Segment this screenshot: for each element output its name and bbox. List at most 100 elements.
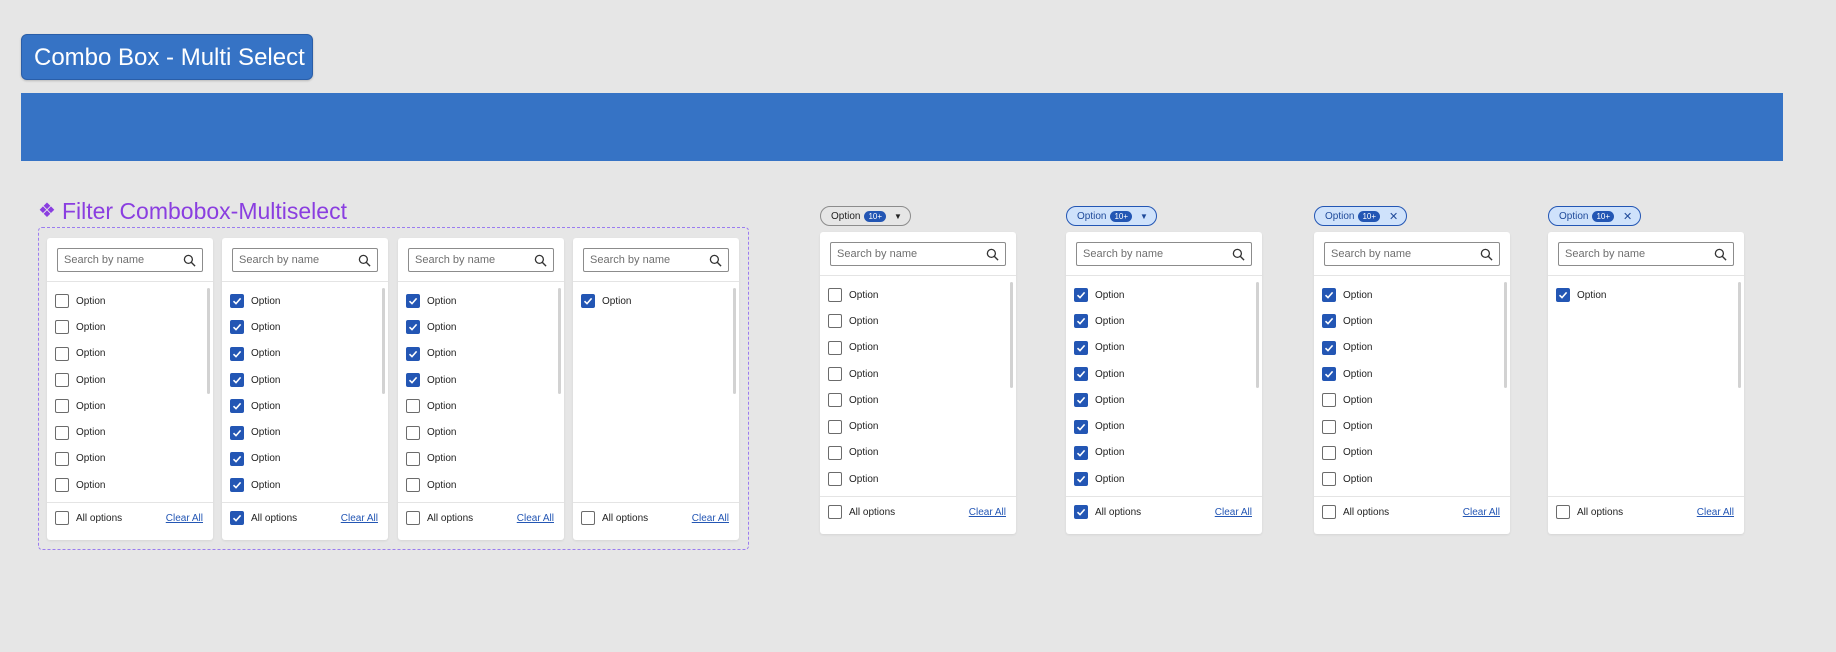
option-checkbox[interactable] bbox=[828, 314, 842, 329]
search-input[interactable]: Search by name bbox=[57, 248, 203, 272]
option-checkbox[interactable] bbox=[1074, 314, 1088, 329]
option-item[interactable]: Option bbox=[222, 419, 388, 445]
all-options-checkbox[interactable] bbox=[828, 505, 842, 519]
scrollbar[interactable] bbox=[1010, 282, 1013, 388]
option-checkbox[interactable] bbox=[55, 294, 69, 309]
option-checkbox[interactable] bbox=[406, 478, 420, 493]
option-item[interactable]: Option bbox=[820, 308, 1016, 334]
option-item[interactable]: Option bbox=[1314, 440, 1510, 466]
option-item[interactable]: Option bbox=[398, 341, 564, 367]
option-item[interactable]: Option bbox=[47, 367, 213, 393]
scrollbar[interactable] bbox=[1504, 282, 1507, 388]
search-input[interactable]: Search by name bbox=[408, 248, 554, 272]
search-icon[interactable] bbox=[709, 254, 722, 267]
option-item[interactable]: Option bbox=[47, 314, 213, 340]
search-input[interactable]: Search by name bbox=[1076, 242, 1252, 266]
option-item[interactable]: Option bbox=[47, 419, 213, 445]
option-checkbox[interactable] bbox=[1074, 367, 1088, 382]
option-checkbox[interactable] bbox=[406, 451, 420, 466]
option-item[interactable]: Option bbox=[398, 446, 564, 472]
option-checkbox[interactable] bbox=[581, 294, 595, 309]
option-checkbox[interactable] bbox=[230, 373, 244, 388]
option-checkbox[interactable] bbox=[230, 478, 244, 493]
option-item[interactable]: Option bbox=[398, 314, 564, 340]
clear-all-link[interactable]: Clear All bbox=[341, 513, 378, 524]
scrollbar[interactable] bbox=[382, 288, 385, 394]
scrollbar[interactable] bbox=[733, 288, 736, 394]
option-item[interactable]: Option bbox=[1066, 413, 1262, 439]
option-item[interactable]: Option bbox=[222, 341, 388, 367]
option-checkbox[interactable] bbox=[828, 472, 842, 487]
scrollbar[interactable] bbox=[1256, 282, 1259, 388]
option-checkbox[interactable] bbox=[1074, 445, 1088, 460]
all-options-checkbox[interactable] bbox=[230, 511, 244, 525]
option-item[interactable]: Option bbox=[1066, 387, 1262, 413]
option-checkbox[interactable] bbox=[406, 425, 420, 440]
filter-chip[interactable]: Option 10+ ✕ bbox=[1314, 206, 1408, 226]
option-checkbox[interactable] bbox=[828, 367, 842, 382]
search-icon[interactable] bbox=[358, 254, 371, 267]
option-item[interactable]: Option bbox=[222, 288, 388, 314]
search-icon[interactable] bbox=[1232, 248, 1245, 261]
scrollbar[interactable] bbox=[207, 288, 210, 394]
option-item[interactable]: Option bbox=[47, 341, 213, 367]
option-checkbox[interactable] bbox=[1074, 472, 1088, 487]
scrollbar[interactable] bbox=[1738, 282, 1741, 388]
option-checkbox[interactable] bbox=[406, 346, 420, 361]
option-item[interactable]: Option bbox=[398, 288, 564, 314]
clear-all-link[interactable]: Clear All bbox=[1697, 507, 1734, 518]
option-item[interactable]: Option bbox=[47, 288, 213, 314]
option-checkbox[interactable] bbox=[1322, 419, 1336, 434]
option-checkbox[interactable] bbox=[828, 288, 842, 303]
search-icon[interactable] bbox=[183, 254, 196, 267]
filter-chip[interactable]: Option 10+ ▼ bbox=[820, 206, 911, 226]
option-item[interactable]: Option bbox=[1066, 466, 1262, 492]
option-item[interactable]: Option bbox=[222, 393, 388, 419]
option-checkbox[interactable] bbox=[1322, 393, 1336, 408]
option-item[interactable]: Option bbox=[1314, 361, 1510, 387]
clear-all-link[interactable]: Clear All bbox=[166, 513, 203, 524]
option-item[interactable]: Option bbox=[1066, 361, 1262, 387]
option-checkbox[interactable] bbox=[1322, 472, 1336, 487]
option-item[interactable]: Option bbox=[1066, 282, 1262, 308]
search-icon[interactable] bbox=[986, 248, 999, 261]
filter-chip[interactable]: Option 10+ ✕ bbox=[1548, 206, 1642, 226]
clear-all-link[interactable]: Clear All bbox=[517, 513, 554, 524]
filter-chip[interactable]: Option 10+ ▼ bbox=[1066, 206, 1157, 226]
search-input[interactable]: Search by name bbox=[232, 248, 378, 272]
close-icon[interactable]: ✕ bbox=[1623, 210, 1632, 223]
option-item[interactable]: Option bbox=[820, 361, 1016, 387]
option-item[interactable]: Option bbox=[47, 393, 213, 419]
option-checkbox[interactable] bbox=[230, 320, 244, 335]
option-checkbox[interactable] bbox=[230, 399, 244, 414]
all-options-checkbox[interactable] bbox=[1556, 505, 1570, 519]
option-checkbox[interactable] bbox=[1322, 367, 1336, 382]
option-item[interactable]: Option bbox=[398, 472, 564, 498]
search-input[interactable]: Search by name bbox=[830, 242, 1006, 266]
search-icon[interactable] bbox=[1480, 248, 1493, 261]
option-item[interactable]: Option bbox=[1314, 282, 1510, 308]
option-item[interactable]: Option bbox=[47, 446, 213, 472]
option-item[interactable]: Option bbox=[1314, 308, 1510, 334]
option-item[interactable]: Option bbox=[1066, 308, 1262, 334]
search-input[interactable]: Search by name bbox=[583, 248, 729, 272]
option-item[interactable]: Option bbox=[820, 387, 1016, 413]
option-item[interactable]: Option bbox=[398, 367, 564, 393]
option-checkbox[interactable] bbox=[230, 294, 244, 309]
option-checkbox[interactable] bbox=[828, 393, 842, 408]
option-checkbox[interactable] bbox=[1322, 445, 1336, 460]
option-checkbox[interactable] bbox=[1074, 340, 1088, 355]
all-options-checkbox[interactable] bbox=[55, 511, 69, 525]
option-checkbox[interactable] bbox=[1322, 314, 1336, 329]
clear-all-link[interactable]: Clear All bbox=[1215, 507, 1252, 518]
option-item[interactable]: Option bbox=[222, 446, 388, 472]
all-options-checkbox[interactable] bbox=[581, 511, 595, 525]
all-options-checkbox[interactable] bbox=[1322, 505, 1336, 519]
option-checkbox[interactable] bbox=[828, 419, 842, 434]
option-item[interactable]: Option bbox=[820, 335, 1016, 361]
close-icon[interactable]: ✕ bbox=[1389, 210, 1398, 223]
option-item[interactable]: Option bbox=[222, 472, 388, 498]
search-input[interactable]: Search by name bbox=[1324, 242, 1500, 266]
option-item[interactable]: Option bbox=[820, 413, 1016, 439]
option-checkbox[interactable] bbox=[55, 346, 69, 361]
